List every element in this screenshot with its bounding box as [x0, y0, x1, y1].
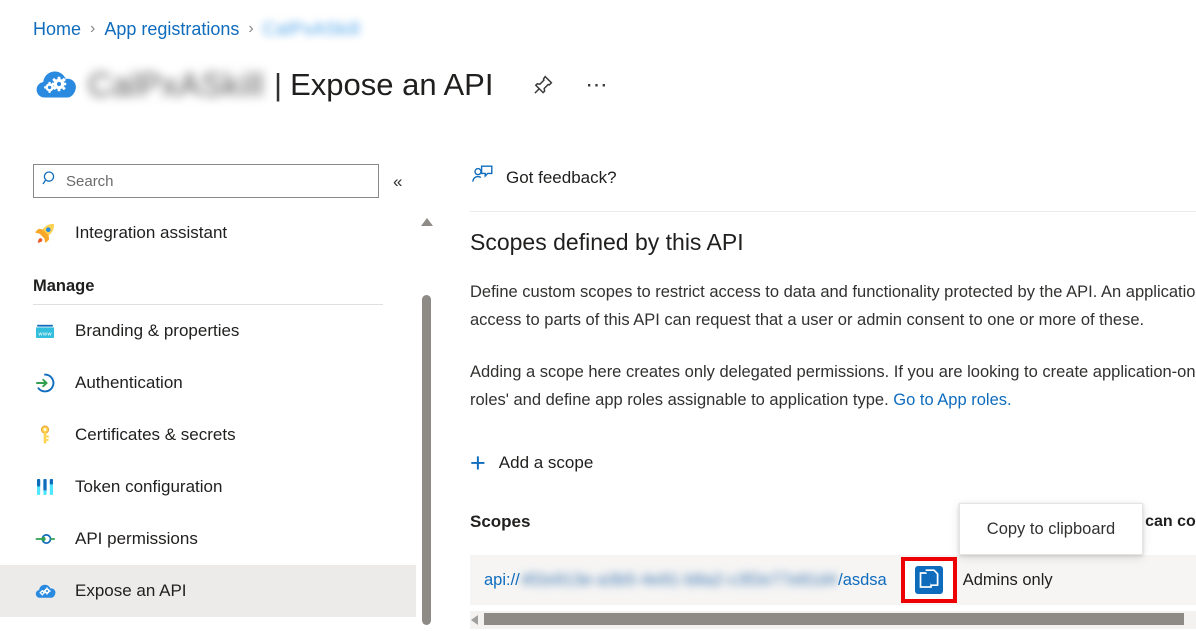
app-roles-paragraph-text: Adding a scope here creates only delegat… — [470, 363, 1196, 409]
sidebar-nav-list: Integration assistant Manage www Brandin… — [0, 207, 416, 617]
nav-vertical-scrollbar[interactable] — [419, 210, 435, 631]
sidebar-item-label: Certificates & secrets — [75, 425, 236, 444]
search-input-wrapper[interactable] — [33, 164, 379, 198]
got-feedback-button[interactable]: Got feedback? — [470, 163, 617, 193]
sidebar-item-certificates-secrets[interactable]: Certificates & secrets — [0, 409, 416, 461]
breadcrumb-separator-2: › — [248, 20, 254, 37]
sidebar-item-label: Expose an API — [75, 581, 187, 600]
command-bar-divider — [470, 211, 1196, 212]
got-feedback-label: Got feedback? — [506, 168, 617, 187]
sliders-icon — [33, 475, 57, 499]
page-title-row: CalPxASkill | Expose an API ⋯ — [33, 62, 609, 108]
sidebar-item-token-configuration[interactable]: Token configuration — [0, 461, 416, 513]
sidebar: « Integration assistant Manage — [0, 155, 416, 631]
sidebar-search-row: « — [33, 164, 402, 198]
plug-connector-icon — [33, 527, 57, 551]
plus-icon: + — [470, 448, 486, 478]
azure-portal-expose-an-api-page: Home › App registrations › CalPxASkill C… — [0, 0, 1196, 631]
scroll-up-arrow-icon[interactable] — [421, 218, 433, 226]
sidebar-item-label: Authentication — [75, 373, 183, 392]
app-roles-paragraph: Adding a scope here creates only delegat… — [470, 358, 1196, 414]
vertical-scrollbar-thumb[interactable] — [422, 295, 431, 625]
more-options-icon[interactable]: ⋯ — [585, 72, 610, 97]
browser-window-icon: www — [33, 319, 57, 343]
sidebar-group-manage: Manage — [33, 277, 95, 295]
page-title: Expose an API — [290, 67, 494, 102]
ellipsis-glyph: ⋯ — [585, 72, 610, 97]
who-can-consent-value: Admins only — [962, 570, 1053, 589]
section-heading: Scopes defined by this API — [470, 229, 744, 255]
breadcrumb-current-app[interactable]: CalPxASkill — [263, 18, 360, 40]
table-row: api://4f2e913e-a3b5-4e91-b8a2-c3f2e77e81… — [470, 555, 1196, 605]
page-title-app-name: CalPxASkill — [88, 66, 265, 103]
scopes-table-title: Scopes — [470, 512, 531, 531]
breadcrumb-app-registrations[interactable]: App registrations — [104, 18, 239, 40]
breadcrumb: Home › App registrations › CalPxASkill — [33, 18, 360, 40]
scopes-description-paragraph: Define custom scopes to restrict access … — [470, 283, 1196, 329]
pin-icon[interactable] — [531, 73, 555, 97]
scope-uri-prefix: api:// — [484, 570, 520, 589]
sidebar-item-label: Token configuration — [75, 477, 223, 496]
sidebar-item-integration-assistant[interactable]: Integration assistant — [0, 207, 416, 259]
collapse-sidebar-button[interactable]: « — [393, 173, 402, 190]
add-a-scope-button[interactable]: + Add a scope — [470, 448, 594, 478]
scroll-left-arrow-icon[interactable] — [471, 615, 478, 625]
sidebar-item-label: Branding & properties — [75, 321, 240, 340]
horizontal-scrollbar-thumb[interactable] — [484, 613, 1184, 625]
copy-button-container — [900, 557, 957, 603]
sidebar-item-expose-an-api[interactable]: Expose an API — [0, 565, 416, 617]
rocket-icon — [33, 221, 57, 245]
person-feedback-icon — [470, 163, 495, 193]
breadcrumb-home[interactable]: Home — [33, 18, 81, 40]
sidebar-item-label: Integration assistant — [75, 223, 228, 242]
go-to-app-roles-link[interactable]: Go to App roles. — [893, 391, 1011, 409]
search-icon — [42, 170, 59, 192]
sidebar-item-branding-properties[interactable]: www Branding & properties — [0, 305, 416, 357]
cloud-gears-icon — [33, 579, 57, 603]
table-horizontal-scrollbar[interactable] — [470, 611, 1196, 629]
cloud-gears-icon — [33, 62, 79, 108]
sidebar-item-api-permissions[interactable]: API permissions — [0, 513, 416, 565]
copy-to-clipboard-icon[interactable] — [913, 564, 945, 601]
sidebar-item-label: API permissions — [75, 529, 198, 548]
tooltip-text: Copy to clipboard — [986, 519, 1116, 538]
breadcrumb-separator-1: › — [90, 20, 96, 37]
key-icon — [33, 423, 57, 447]
add-a-scope-label: Add a scope — [498, 453, 594, 472]
title-separator: | — [274, 67, 283, 102]
copy-to-clipboard-tooltip: Copy to clipboard — [959, 503, 1143, 555]
arrow-in-circle-icon — [33, 371, 57, 395]
sidebar-item-authentication[interactable]: Authentication — [0, 357, 416, 409]
main-content: Got feedback? Scopes defined by this API… — [446, 155, 1196, 631]
scope-uri-link[interactable]: api://4f2e913e-a3b5-4e91-b8a2-c3f2e77e81… — [484, 571, 887, 590]
search-input[interactable] — [66, 172, 370, 190]
scope-uri-guid: 4f2e913e-a3b5-4e91-b8a2-c3f2e77e81d4 — [520, 570, 838, 589]
scope-uri-suffix: /asdsa — [838, 570, 887, 589]
svg-text:www: www — [38, 332, 52, 338]
